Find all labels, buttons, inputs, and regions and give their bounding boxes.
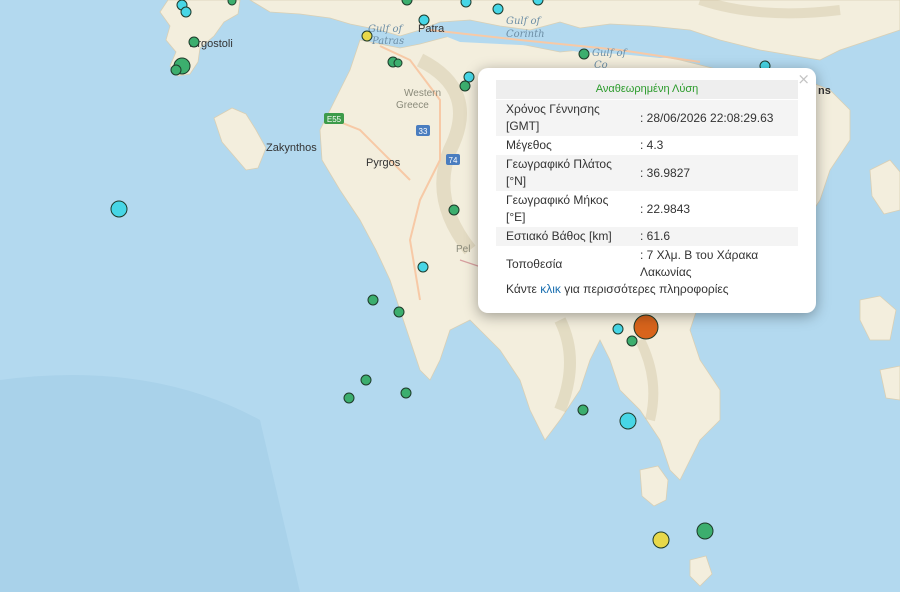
quake-marker[interactable]: [652, 531, 670, 549]
quake-marker[interactable]: [417, 261, 429, 273]
detail-label: Γεωγραφικό Πλάτος [°N]: [496, 155, 636, 191]
detail-value: : 22.9843: [640, 201, 691, 216]
quake-marker[interactable]: [612, 323, 624, 335]
detail-label: Γεωγραφικό Μήκος [°E]: [506, 193, 609, 224]
quake-marker[interactable]: [361, 30, 373, 42]
detail-value: : 4.3: [640, 138, 664, 152]
earthquake-details-table: Χρόνος Γέννησης [GMT] : 28/06/2026 22:08…: [496, 100, 798, 282]
quake-marker[interactable]: [227, 0, 237, 6]
detail-row-depth: Εστιακό Βάθος [km] : 61.6: [496, 227, 798, 246]
svg-text:74: 74: [449, 156, 458, 165]
quake-marker[interactable]: [360, 374, 372, 386]
quake-marker[interactable]: [180, 6, 192, 18]
quake-marker[interactable]: [460, 0, 472, 8]
quake-marker-selected[interactable]: [633, 314, 659, 340]
svg-text:33: 33: [419, 127, 428, 136]
detail-row-longitude: Γεωγραφικό Μήκος [°E] : 22.9843: [496, 191, 798, 227]
popup-title: Αναθεωρημένη Λύση: [496, 80, 798, 99]
detail-value: : 36.9827: [636, 155, 798, 191]
more-info-text: Κάντε κλικ για περισσότερες πληροφορίες: [506, 282, 729, 296]
road-33-shield: 33: [416, 125, 430, 136]
detail-label: Χρόνος Γέννησης [GMT]: [496, 100, 636, 136]
quake-marker[interactable]: [492, 3, 504, 15]
more-info-suffix: για περισσότερες πληροφορίες: [560, 282, 729, 296]
earthquake-info-popup: × Αναθεωρημένη Λύση Χρόνος Γέννησης [GMT…: [478, 68, 816, 313]
label-western-greece-2: Greece: [396, 100, 429, 111]
quake-marker[interactable]: [619, 412, 637, 430]
detail-label: Μέγεθος: [506, 138, 552, 152]
detail-value: : 7 Χλμ. Β του Χάρακα Λακωνίας: [640, 248, 759, 279]
quake-marker[interactable]: [400, 387, 412, 399]
quake-marker[interactable]: [343, 392, 355, 404]
detail-row-magnitude: Μέγεθος : 4.3: [496, 136, 798, 155]
detail-value: : 61.6: [636, 227, 798, 246]
quake-marker[interactable]: [626, 335, 638, 347]
label-western-greece-1: Western: [404, 88, 441, 99]
detail-row-location: Τοποθεσία : 7 Χλμ. Β του Χάρακα Λακωνίας: [496, 246, 798, 282]
more-info-link[interactable]: κλικ: [540, 282, 561, 296]
svg-text:E55: E55: [327, 115, 342, 124]
quake-marker[interactable]: [418, 14, 430, 26]
quake-marker[interactable]: [448, 204, 460, 216]
quake-marker[interactable]: [459, 80, 471, 92]
detail-value: : 28/06/2026 22:08:29.63: [636, 100, 798, 136]
road-e55-shield: E55: [324, 113, 344, 124]
quake-marker[interactable]: [463, 71, 475, 83]
detail-row-origin-time: Χρόνος Γέννησης [GMT] : 28/06/2026 22:08…: [496, 100, 798, 136]
detail-label: Εστιακό Βάθος [km]: [496, 227, 636, 246]
label-gulf-corinth-1: Gulf of: [506, 16, 543, 27]
quake-marker[interactable]: [170, 64, 182, 76]
label-gulf-co-1: Gulf of: [592, 48, 629, 59]
quake-marker[interactable]: [393, 306, 405, 318]
label-pyrgos: Pyrgos: [366, 157, 401, 169]
label-gulf-patras-2: Patras: [371, 36, 404, 47]
quake-marker[interactable]: [577, 404, 589, 416]
detail-label: Τοποθεσία: [506, 256, 563, 271]
label-pel: Pel: [456, 244, 470, 255]
detail-row-latitude: Γεωγραφικό Πλάτος [°N] : 36.9827: [496, 155, 798, 191]
quake-marker[interactable]: [188, 36, 200, 48]
quake-marker[interactable]: [393, 58, 403, 68]
quake-marker[interactable]: [367, 294, 379, 306]
road-74-shield: 74: [446, 154, 460, 165]
label-athens: ns: [818, 85, 831, 97]
label-zakynthos: Zakynthos: [266, 142, 317, 154]
close-icon[interactable]: ×: [797, 70, 810, 88]
quake-marker[interactable]: [578, 48, 590, 60]
more-info-prefix: Κάντε: [506, 282, 541, 296]
quake-marker[interactable]: [110, 200, 128, 218]
label-gulf-corinth-2: Corinth: [506, 29, 545, 40]
label-gulf-patras-1: Gulf of: [368, 24, 405, 35]
quake-marker[interactable]: [696, 522, 714, 540]
